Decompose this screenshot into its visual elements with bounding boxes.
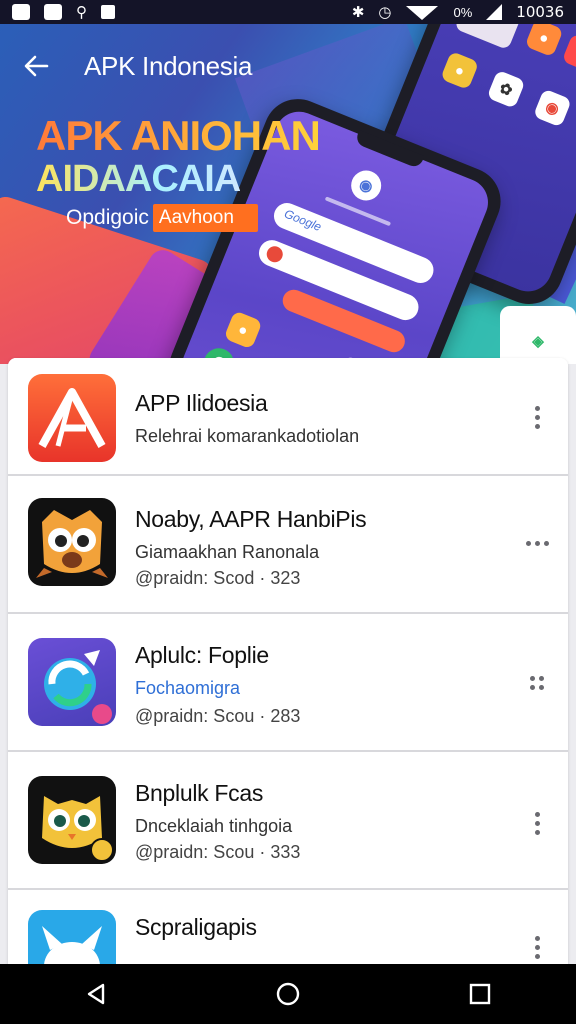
nav-home-icon [276, 982, 300, 1006]
app-meta: @praidn: Scod · 323 [135, 568, 301, 588]
banner-headline: APK ANIOHAN [36, 112, 321, 159]
status-right: ✱ ◷ 0% 10036 [352, 3, 564, 21]
app-icon: ● [524, 24, 564, 58]
nav-home-button[interactable] [258, 964, 318, 1024]
app-icon-2 [44, 4, 62, 20]
list-item[interactable]: Bnplulk Fcas Dnceklaiah tinhgoia @praidn… [8, 752, 568, 890]
app-description: Dnceklaiah tinhgoia [135, 816, 293, 836]
banner-tagline-badge: Aavhoon [152, 204, 258, 232]
status-bar: ⚲ ✱ ◷ 0% 10036 [0, 0, 576, 24]
lock-icon [101, 5, 115, 19]
signal-icon [486, 4, 503, 20]
status-left: ⚲ [12, 4, 115, 20]
app-name: Scpraligapis [135, 914, 257, 940]
alarm-icon: ◷ [378, 3, 392, 21]
hero-banner[interactable]: ● ● ● ✿ ◉ ◉ Google ● ◆ ✆ [0, 24, 576, 364]
page-title: APK Indonesia [84, 50, 253, 81]
red-a-logo-icon [28, 374, 116, 462]
app-name: APP Ilidoesia [135, 390, 268, 416]
usb-icon: ⚲ [76, 3, 87, 21]
app-list: APP Ilidoesia Relehrai komarankadotiolan… [8, 358, 568, 1012]
app-icon-1 [12, 4, 30, 20]
arrow-left-icon [24, 55, 49, 77]
list-item[interactable]: Aplulc: Foplie Fochaomigra @praidn: Scou… [8, 614, 568, 752]
nav-recents-button[interactable] [450, 964, 510, 1024]
app-card-icon: ◈ [500, 306, 576, 364]
app-icon: ✿ [486, 69, 526, 109]
app-icon: ● [561, 33, 576, 73]
banner-tagline-text: Opdigoic [66, 206, 149, 229]
app-name: Noaby, AAPR HanbiPis [135, 506, 367, 532]
owl-mascot-icon [28, 498, 116, 586]
list-item[interactable]: APP Ilidoesia Relehrai komarankadotiolan [8, 358, 568, 476]
more-horiz-icon[interactable] [522, 526, 552, 560]
more-vert-icon[interactable] [522, 806, 552, 840]
app-description: Relehrai komarankadotiolan [135, 426, 360, 446]
battery-percent: 0% [453, 4, 473, 20]
top-app-bar: APK Indonesia [0, 44, 252, 88]
app-description: Giamaakhan Ranonala [135, 542, 320, 562]
search-bar-text: Google [282, 206, 324, 235]
banner-tagline: Opdigoic Aavhoon [66, 204, 258, 232]
app-name: Aplulc: Foplie [135, 642, 269, 668]
wifi-icon [406, 6, 439, 20]
app-icon: ● [223, 310, 263, 350]
banner-headline-2: AIDAACAIA [36, 158, 241, 200]
system-nav-bar [0, 964, 576, 1024]
photo-icon [454, 24, 523, 51]
more-vert-icon[interactable] [522, 930, 552, 964]
app-icon: ● [440, 51, 480, 91]
screen: ⚲ ✱ ◷ 0% 10036 ● ● ● ✿ ◉ ◉ Google ● ◈ AP… [0, 0, 576, 1024]
more-vert-icon[interactable] [522, 400, 552, 434]
app-icon: ◉ [532, 88, 572, 128]
blue-swirl-icon [28, 638, 116, 726]
list-item[interactable]: Noaby, AAPR HanbiPis Giamaakhan Ranonala… [8, 476, 568, 614]
app-name: Bnplulk Fcas [135, 780, 264, 806]
app-description: Fochaomigra [135, 678, 241, 698]
app-meta: @praidn: Scou · 333 [135, 842, 301, 862]
app-meta: @praidn: Scou · 283 [135, 706, 301, 726]
nav-recents-icon [469, 983, 491, 1005]
back-button[interactable] [18, 48, 54, 84]
yellow-owl-icon [28, 776, 116, 864]
more-grid-icon[interactable] [522, 666, 552, 700]
clock: 10036 [516, 3, 564, 21]
nav-back-button[interactable] [66, 964, 126, 1024]
nav-back-icon [87, 983, 105, 1005]
bluetooth-icon: ✱ [351, 3, 365, 21]
app-icon: ◉ [346, 165, 386, 206]
